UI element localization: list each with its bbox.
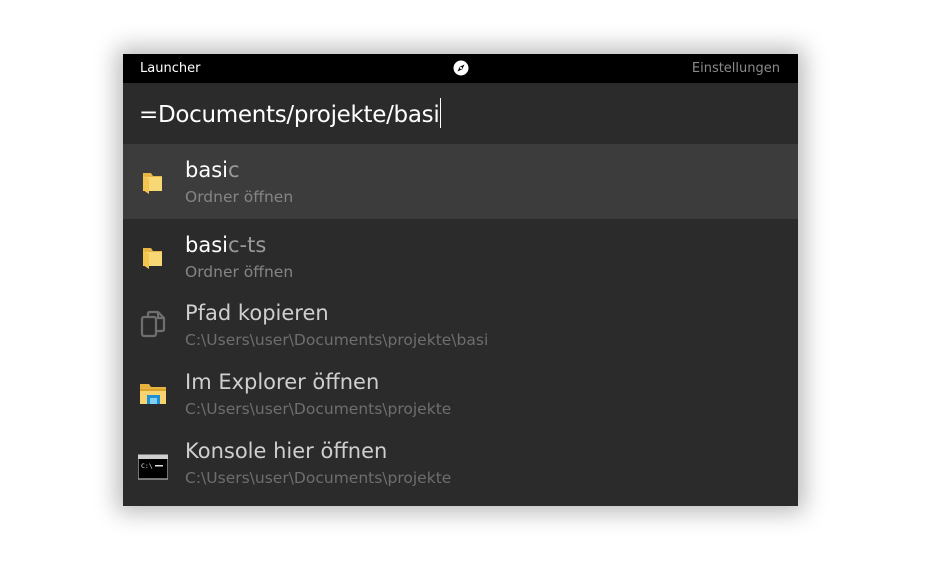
svg-text:C:\: C:\ [141, 462, 153, 470]
folder-icon [143, 173, 162, 194]
settings-link[interactable]: Einstellungen [692, 61, 780, 76]
result-item-open-console[interactable]: C:\ Konsole hier öffnen C:\Users\user\Do… [123, 426, 798, 506]
copy-icon [140, 310, 166, 338]
title-rest-text: c-ts [227, 233, 267, 257]
result-subtitle: Ordner öffnen [185, 263, 294, 281]
title-match-text: basi [185, 233, 228, 257]
search-box[interactable]: =Documents/projekte/basi [123, 83, 798, 144]
result-title: Konsole hier öffnen [185, 439, 388, 463]
title-bar: Launcher Einstellungen [123, 54, 798, 83]
result-title: Pfad kopieren [185, 301, 329, 325]
result-title: basic [185, 158, 240, 182]
launcher-window: Launcher Einstellungen =Documents/projek… [123, 54, 798, 506]
result-item-open-explorer[interactable]: Im Explorer öffnen C:\Users\user\Documen… [123, 357, 798, 426]
text-caret [440, 98, 442, 128]
result-subtitle: C:\Users\user\Documents\projekte\basi [185, 331, 489, 349]
result-subtitle: C:\Users\user\Documents\projekte [185, 400, 452, 418]
result-item-basic-ts[interactable]: basic-ts Ordner öffnen [123, 219, 798, 288]
folder-icon [143, 248, 162, 269]
result-item-basic[interactable]: basic Ordner öffnen [123, 144, 798, 219]
title-rest-text: c [227, 158, 240, 182]
result-subtitle: Ordner öffnen [185, 188, 294, 206]
result-subtitle: C:\Users\user\Documents\projekte [185, 469, 452, 487]
console-icon: C:\ [138, 454, 168, 480]
result-title: basic-ts [185, 233, 266, 257]
window-title: Launcher [140, 61, 201, 76]
result-title: Im Explorer öffnen [185, 370, 380, 394]
result-item-copy-path[interactable]: Pfad kopieren C:\Users\user\Documents\pr… [123, 288, 798, 357]
search-input[interactable]: =Documents/projekte/basi [139, 98, 442, 128]
compass-icon [453, 60, 469, 76]
search-query-text: =Documents/projekte/basi [139, 102, 440, 128]
title-match-text: basi [185, 158, 228, 182]
file-explorer-icon [140, 384, 166, 404]
